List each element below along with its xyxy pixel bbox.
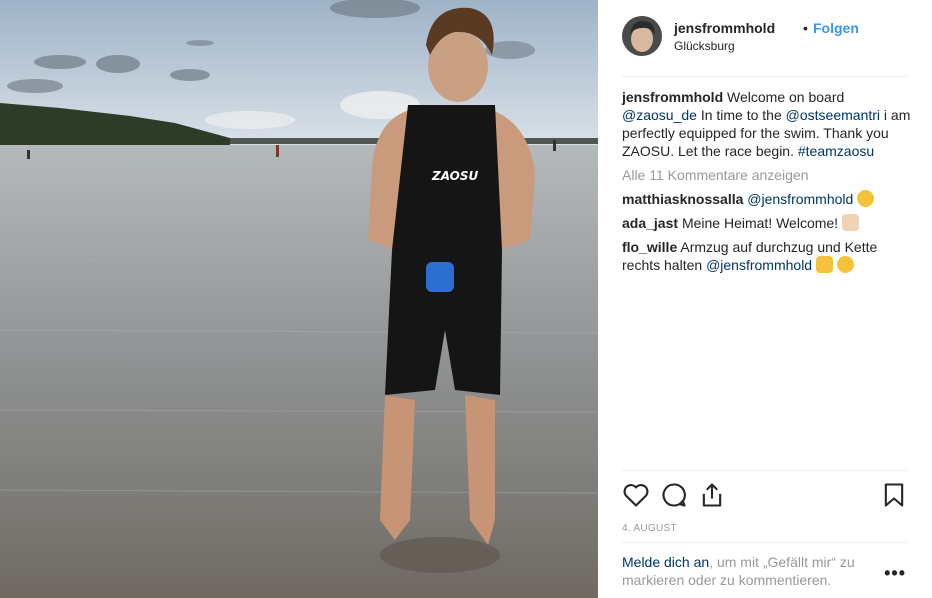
winking-face-emoji-icon	[836, 256, 854, 273]
clapping-hands-emoji-icon	[841, 214, 859, 231]
post-sidebar: jensfrommhold • Folgen Glücksburg jensfr…	[598, 0, 932, 598]
caption-mention-2[interactable]: @ostseemantri	[786, 107, 880, 123]
follow-button[interactable]: Folgen	[813, 20, 859, 36]
comment-text: Meine Heimat! Welcome!	[681, 215, 839, 231]
caption-text-1: Welcome on board	[727, 89, 845, 105]
comment-item: ada_jast Meine Heimat! Welcome!	[622, 214, 912, 232]
photo-illustration: ZAOSU	[0, 0, 598, 598]
more-options-button[interactable]: •••	[884, 563, 906, 584]
post-date[interactable]: 4. AUGUST	[622, 523, 677, 534]
post-photo[interactable]: ZAOSU	[0, 0, 598, 598]
login-link[interactable]: Melde dich an	[622, 554, 709, 570]
comment-username[interactable]: ada_jast	[622, 215, 678, 231]
avatar[interactable]	[622, 16, 662, 56]
action-bar	[622, 470, 908, 519]
laughing-tears-emoji-icon	[857, 190, 875, 207]
login-prompt: Melde dich an, um mit „Gefällt mir“ zu m…	[622, 542, 908, 589]
ok-hand-emoji-icon	[815, 256, 833, 273]
comment-username[interactable]: matthiasknossalla	[622, 191, 743, 207]
heart-icon[interactable]	[622, 481, 650, 509]
caption: jensfrommhold Welcome on board @zaosu_de…	[622, 88, 912, 160]
view-all-comments-link[interactable]: Alle 11 Kommentare anzeigen	[622, 166, 912, 184]
separator-dot: •	[803, 20, 808, 36]
caption-mention-1[interactable]: @zaosu_de	[622, 107, 697, 123]
comment-item: matthiasknossalla @jensfrommhold	[622, 190, 912, 208]
comment-mention[interactable]: @jensfrommhold	[747, 191, 853, 207]
post-header: jensfrommhold • Folgen Glücksburg	[622, 16, 908, 77]
post-username-link[interactable]: jensfrommhold	[674, 20, 775, 36]
caption-hashtag[interactable]: #teamzaosu	[798, 143, 874, 159]
comment-username[interactable]: flo_wille	[622, 239, 677, 255]
comment-bubble-icon[interactable]	[660, 481, 688, 509]
suit-logo-text: ZAOSU	[431, 169, 478, 183]
comments-area: jensfrommhold Welcome on board @zaosu_de…	[622, 88, 912, 280]
location-link[interactable]: Glücksburg	[674, 39, 735, 53]
comment-item: flo_wille Armzug auf durchzug und Kette …	[622, 238, 912, 274]
share-icon[interactable]	[698, 481, 726, 509]
caption-username[interactable]: jensfrommhold	[622, 89, 723, 105]
comment-mention[interactable]: @jensfrommhold	[706, 257, 812, 273]
caption-text-2: In time to the	[700, 107, 782, 123]
bookmark-icon[interactable]	[880, 481, 908, 509]
